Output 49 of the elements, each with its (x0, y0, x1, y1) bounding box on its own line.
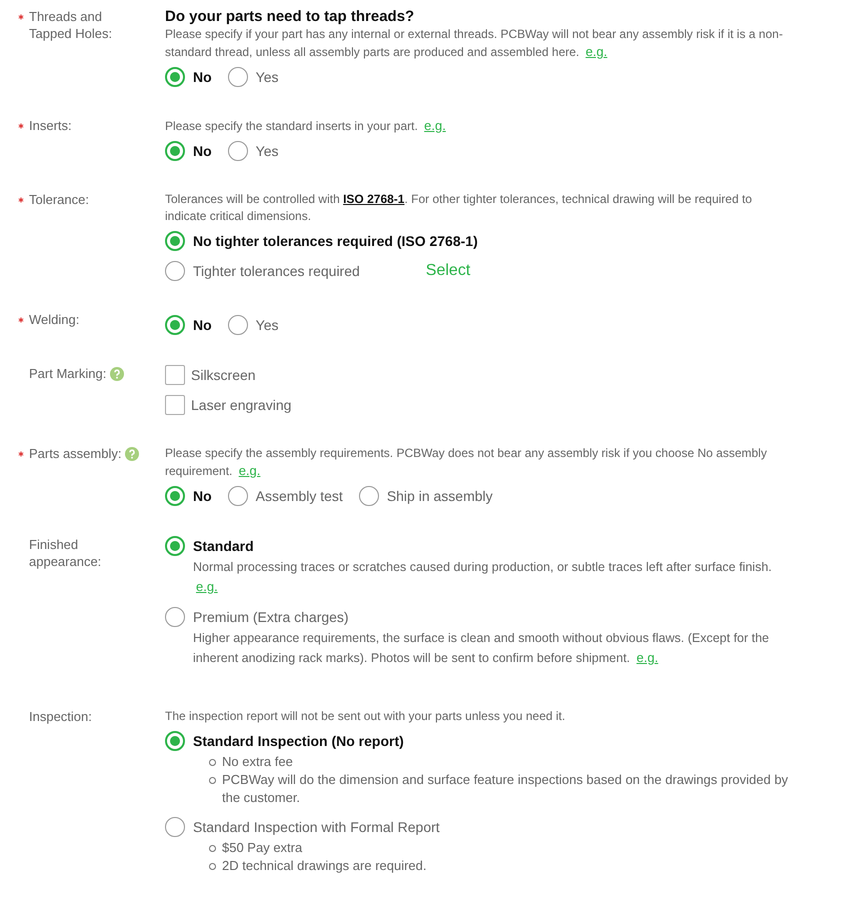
field-label: Tolerance: (29, 191, 89, 208)
bullet-text: PCBWay will do the dimension and surface feature inspections based on the drawings provided by the customer. (222, 771, 790, 807)
radio-option[interactable]: Standard (165, 536, 795, 556)
bullet-icon (209, 863, 216, 870)
question-heading: Do your parts need to tap threads? (165, 8, 416, 26)
help-text: The inspection report will not be sent out with your parts unless you need it. (165, 708, 566, 725)
radio-option[interactable]: Yes (228, 315, 279, 335)
field-label: Threads and Tapped Holes: (29, 8, 114, 42)
bullet-icon (209, 845, 216, 852)
radio-option[interactable]: Tighter tolerances required (165, 261, 360, 281)
required-icon (18, 197, 24, 203)
help-icon[interactable] (110, 367, 124, 381)
standard-link[interactable]: ISO 2768-1 (343, 192, 404, 206)
help-text: Please specify the assembly requirements. PCBWay does not bear any assembly risk if you choose No assembly requirement. e.g. (165, 445, 768, 480)
help-text: Tolerances will be controlled with ISO 2768-1. For other tighter tolerances, technical drawing will be required to indicate critical dimensions. (165, 191, 753, 225)
field-label: Inspection: (29, 708, 92, 725)
required-icon (18, 14, 24, 20)
help-text: Please specify if your part has any internal or external threads. PCBWay will not bear any assembly risk if it is a non-standard thread, unless all assembly parts are produced and assembled here. e.g. (165, 26, 784, 61)
radio-option[interactable]: No (165, 67, 212, 87)
field-label: Finished appearance: (29, 536, 102, 570)
radio-option[interactable]: No (165, 141, 212, 161)
radio-option[interactable]: Yes (228, 141, 279, 161)
radio-option[interactable]: Ship in assembly (358, 486, 493, 506)
radio-option[interactable]: No tighter tolerances required (ISO 2768-1) (165, 231, 795, 251)
field-label: Inserts: (29, 117, 72, 134)
checkbox-option[interactable]: Laser engraving (165, 395, 795, 415)
field-label: Parts assembly: (29, 445, 122, 462)
radio-option[interactable]: Standard Inspection (No report) (165, 731, 795, 751)
bullet-text: $50 Pay extra (222, 839, 302, 857)
option-description: Normal processing traces or scratches caused during production, or subtle traces left after surface finish. e.g. (192, 559, 773, 596)
required-icon (18, 451, 24, 457)
field-label: Part Marking: (29, 365, 106, 382)
checkbox-option[interactable]: Silkscreen (165, 365, 795, 385)
radio-option[interactable]: Premium (Extra charges) (165, 607, 795, 627)
required-icon (18, 123, 24, 129)
bullet-text: No extra fee (222, 753, 293, 771)
radio-option[interactable]: Yes (228, 67, 279, 87)
bullet-icon (209, 777, 216, 784)
bullet-text: 2D technical drawings are required. (222, 857, 426, 875)
radio-option[interactable]: Standard Inspection with Formal Report (165, 817, 795, 837)
help-icon[interactable] (125, 447, 140, 461)
required-icon (18, 317, 24, 323)
radio-option[interactable]: Assembly test (228, 486, 343, 506)
field-label: Welding: (29, 311, 80, 328)
option-description: Higher appearance requirements, the surface is clean and smooth without obvious flaws. (Except for the inherent anodizing rack marks). Photos will be sent to confirm before shipment. e.g. (192, 630, 770, 667)
help-text: Please specify the standard inserts in your part. e.g. (165, 117, 447, 135)
radio-option[interactable]: No (165, 315, 212, 335)
bullet-icon (209, 759, 216, 766)
radio-option[interactable]: No (165, 486, 212, 506)
